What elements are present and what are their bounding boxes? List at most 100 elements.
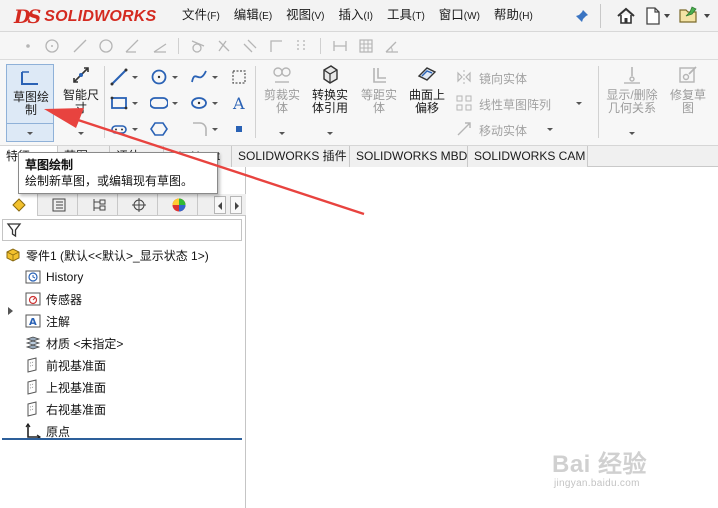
tree-item-top-plane[interactable]: 上视基准面 — [24, 377, 106, 397]
sketch-dropdown-icon[interactable] — [27, 132, 33, 135]
perpendicular-icon[interactable] — [216, 38, 232, 54]
smart-dimension-dropdown-icon[interactable] — [78, 132, 84, 135]
corner-icon[interactable] — [268, 38, 284, 54]
convert-entities-button[interactable]: 转换实体引用 — [305, 64, 355, 115]
trim-entities-button[interactable]: 剪裁实体 — [257, 64, 307, 115]
plane-icon — [27, 357, 37, 373]
convert-dropdown-icon[interactable] — [327, 132, 333, 135]
grid-icon[interactable] — [358, 38, 374, 54]
rectangle-tool-icon[interactable] — [110, 94, 128, 112]
tab-solidworks-addins[interactable]: SOLIDWORKS 插件 — [232, 146, 350, 167]
display-manager-tab[interactable] — [160, 194, 198, 216]
menu-tools[interactable]: 工具(T) — [380, 0, 432, 33]
parallel-icon[interactable] — [242, 38, 258, 54]
slot-dropdown-icon[interactable] — [172, 102, 178, 105]
smart-dimension-button[interactable]: 智能尺寸 — [56, 64, 106, 115]
svg-text:A: A — [29, 317, 37, 328]
linear-pattern-dropdown-icon[interactable] — [576, 102, 582, 105]
line-tool-icon[interactable] — [110, 68, 128, 86]
feature-manager-tab[interactable] — [0, 194, 38, 216]
linear-pattern-label[interactable]: 线性草图阵列 — [479, 96, 551, 113]
angle-line-icon[interactable] — [124, 38, 140, 54]
repair-sketch-icon — [679, 66, 697, 83]
menu-edit[interactable]: 编辑(E) — [227, 0, 279, 33]
slot-tool-icon[interactable] — [150, 94, 168, 112]
move-entities-dropdown-icon[interactable] — [547, 128, 553, 131]
dimxpert-manager-tab[interactable] — [120, 194, 158, 216]
move-entities-label[interactable]: 移动实体 — [479, 122, 527, 139]
menu-file[interactable]: 文件(F) — [175, 0, 227, 33]
rectangle-dropdown-icon[interactable] — [132, 102, 138, 105]
new-document-icon[interactable] — [644, 6, 662, 26]
circle-center-icon[interactable] — [44, 38, 60, 54]
sketch-split-line — [7, 123, 53, 124]
new-document-dropdown-icon[interactable] — [664, 14, 670, 18]
property-manager-tab[interactable] — [40, 194, 78, 216]
tab-solidworks-cam[interactable]: SOLIDWORKS CAM — [468, 146, 588, 167]
spline-dropdown-icon[interactable] — [212, 76, 218, 79]
open-folder-icon[interactable] — [678, 5, 700, 25]
open-dropdown-icon[interactable] — [704, 14, 710, 18]
trim-dropdown-icon[interactable] — [279, 132, 285, 135]
slot-straight-icon[interactable] — [110, 120, 128, 138]
circle-tool-icon[interactable] — [150, 68, 168, 86]
construction-geometry-icon[interactable] — [230, 68, 248, 86]
offset-on-surface-button[interactable]: 曲面上偏移 — [402, 64, 452, 115]
history-icon — [25, 270, 41, 284]
point-icon[interactable] — [20, 38, 36, 54]
linear-pattern-icon[interactable] — [455, 94, 473, 112]
home-icon[interactable] — [616, 6, 636, 26]
move-entities-icon[interactable] — [455, 120, 473, 138]
tree-item-material[interactable]: 材质 <未指定> — [24, 333, 123, 353]
spline-tool-icon[interactable] — [190, 68, 208, 86]
display-delete-relations-button[interactable]: 显示/删除几何关系 — [604, 64, 660, 115]
tab-solidworks-mbd[interactable]: SOLIDWORKS MBD — [350, 146, 468, 167]
tree-part-root[interactable]: 零件1 (默认<<默认>_显示状态 1>) — [4, 245, 209, 265]
dotted-line-icon[interactable] — [294, 38, 310, 54]
scroll-right-button[interactable] — [230, 196, 242, 214]
circle-icon[interactable] — [98, 38, 114, 54]
angle-icon[interactable] — [152, 38, 168, 54]
manager-tabs — [0, 194, 246, 216]
circle-dropdown-icon[interactable] — [172, 76, 178, 79]
ds-logo-mark: DS — [14, 6, 41, 28]
relations-dropdown-icon[interactable] — [629, 132, 635, 135]
line-dropdown-icon[interactable] — [132, 76, 138, 79]
menu-view[interactable]: 视图(V) — [279, 0, 331, 33]
point-tool-icon[interactable] — [230, 120, 248, 138]
fillet-dropdown-icon[interactable] — [212, 128, 218, 131]
relations-icon — [624, 67, 640, 84]
menu-help[interactable]: 帮助(H) — [487, 0, 540, 33]
feature-filter[interactable] — [2, 219, 242, 241]
sketch-quick-toolbar — [0, 32, 718, 60]
ellipse-tool-icon[interactable] — [190, 94, 208, 112]
appearance-icon — [172, 198, 186, 212]
slot-straight-dropdown-icon[interactable] — [132, 128, 138, 131]
pin-icon[interactable] — [574, 8, 590, 24]
ellipse-dropdown-icon[interactable] — [212, 102, 218, 105]
solidworks-logo[interactable]: DS SOLIDWORKS — [14, 5, 156, 29]
tree-item-sensors[interactable]: 传感器 — [24, 289, 82, 309]
line-icon[interactable] — [72, 38, 88, 54]
scroll-left-button[interactable] — [214, 196, 226, 214]
tree-item-history[interactable]: History — [24, 267, 83, 287]
angle-dimension-icon[interactable] — [384, 38, 400, 54]
mirror-entities-icon[interactable] — [455, 68, 473, 86]
tree-item-annotations[interactable]: A 注解 — [24, 311, 70, 331]
configuration-manager-tab[interactable] — [80, 194, 118, 216]
repair-sketch-button[interactable]: 修复草图 — [664, 64, 712, 115]
tree-item-front-plane[interactable]: 前视基准面 — [24, 355, 106, 375]
fillet-tool-icon[interactable] — [190, 120, 208, 138]
offset-entities-button[interactable]: 等距实体 — [354, 64, 404, 115]
menu-window[interactable]: 窗口(W) — [432, 0, 487, 33]
chevron-right-icon — [235, 202, 239, 210]
menu-insert[interactable]: 插入(I) — [332, 0, 380, 33]
text-tool-icon[interactable]: A — [230, 94, 248, 112]
polygon-tool-icon[interactable] — [150, 120, 168, 138]
expand-annotations-icon[interactable] — [8, 307, 13, 315]
horizontal-dimension-icon[interactable] — [332, 38, 348, 54]
mirror-entities-label[interactable]: 镜向实体 — [479, 70, 527, 87]
sketch-button[interactable]: 草图绘制 — [6, 64, 54, 142]
tangent-icon[interactable] — [190, 38, 206, 54]
tree-item-right-plane[interactable]: 右视基准面 — [24, 399, 106, 419]
